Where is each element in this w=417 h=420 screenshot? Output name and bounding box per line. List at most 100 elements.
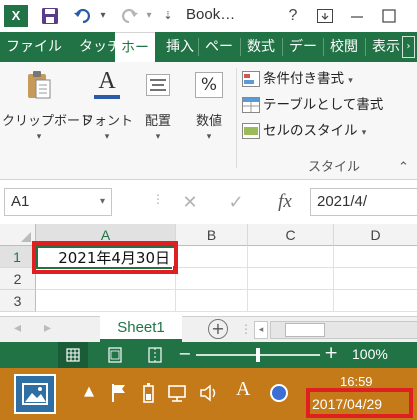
- zoom-slider-thumb[interactable]: [256, 348, 260, 362]
- collapse-ribbon-icon[interactable]: ⌃: [398, 160, 409, 175]
- tab-scroll-right-icon[interactable]: ›: [402, 36, 415, 58]
- cell-b1[interactable]: [176, 246, 248, 268]
- help-button[interactable]: ?: [282, 4, 304, 28]
- zoom-in-button[interactable]: +: [324, 343, 338, 363]
- tab-file[interactable]: ファイル: [0, 32, 68, 62]
- horizontal-scrollbar[interactable]: [270, 321, 417, 339]
- status-bar: − + 100%: [0, 342, 417, 368]
- page-break-view-button[interactable]: [140, 342, 170, 368]
- percent-icon: %: [195, 72, 223, 98]
- chevron-down-icon: ▾: [104, 132, 110, 142]
- sheet-next-icon[interactable]: ▸: [44, 320, 51, 336]
- tab-formulas[interactable]: 数式: [241, 32, 281, 62]
- conditional-formatting-button[interactable]: 条件付き書式 ▾: [242, 68, 353, 90]
- sheet-prev-icon[interactable]: ◂: [14, 320, 21, 336]
- column-header-b[interactable]: B: [176, 224, 248, 246]
- enter-icon[interactable]: ✓: [222, 190, 250, 216]
- cell-styles-button[interactable]: セルのスタイル ▾: [242, 120, 366, 142]
- row-header-2[interactable]: 2: [0, 268, 36, 290]
- sheet-bar-resize-handle[interactable]: ⋮: [240, 322, 252, 336]
- cell-d1[interactable]: [334, 246, 417, 268]
- cell-b2[interactable]: [176, 268, 248, 290]
- undo-dropdown-icon[interactable]: ▾: [97, 4, 109, 28]
- hscroll-left-icon[interactable]: ◂: [254, 321, 268, 339]
- cell-a3[interactable]: [36, 290, 176, 312]
- clock-time[interactable]: 16:59: [340, 374, 373, 389]
- chevron-down-icon: ▾: [36, 132, 42, 142]
- alignment-label: 配置: [144, 114, 171, 129]
- undo-icon[interactable]: [70, 4, 96, 28]
- cell-c3[interactable]: [248, 290, 334, 312]
- cell-styles-label: セルのスタイル: [263, 123, 358, 139]
- network-icon[interactable]: [166, 382, 188, 404]
- cell-styles-icon: [242, 123, 260, 139]
- tab-page-layout[interactable]: ペー: [199, 32, 239, 62]
- cell-d2[interactable]: [334, 268, 417, 290]
- redo-icon[interactable]: [116, 4, 142, 28]
- horizontal-scroll-thumb[interactable]: [285, 323, 325, 337]
- chevron-down-icon: ▾: [361, 128, 367, 138]
- redo-dropdown-icon[interactable]: ▾: [143, 4, 155, 28]
- alignment-button[interactable]: 配置 ▾: [134, 66, 182, 156]
- minimize-icon[interactable]: [346, 4, 368, 28]
- sheet-tab-sheet1[interactable]: Sheet1: [100, 316, 182, 342]
- font-button[interactable]: A フォント ▾: [80, 66, 134, 156]
- photos-app-button[interactable]: [14, 374, 56, 414]
- flag-icon[interactable]: [110, 382, 128, 404]
- maximize-icon[interactable]: [378, 4, 400, 28]
- zoom-level[interactable]: 100%: [352, 346, 388, 362]
- tab-home[interactable]: ホー: [115, 32, 155, 62]
- normal-view-button[interactable]: [58, 342, 88, 368]
- ribbon-home: クリップボード ▾ A フォント ▾ 配置 ▾ % 数値 ▾ 条件付き書式 ▾ …: [0, 62, 417, 180]
- tab-data[interactable]: デー: [283, 32, 323, 62]
- cancel-icon[interactable]: ✕: [176, 190, 204, 216]
- number-format-button[interactable]: % 数値 ▾: [184, 66, 234, 156]
- page-layout-view-button[interactable]: [100, 342, 130, 368]
- clipboard-icon: [28, 71, 51, 99]
- conditional-format-label: 条件付き書式: [263, 71, 344, 87]
- ime-mode-icon[interactable]: A: [236, 378, 250, 401]
- sheet-tab-bar: ◂ ▸ Sheet1 + ⋮ ◂: [0, 316, 417, 342]
- chevron-down-icon: ▾: [206, 132, 212, 142]
- formula-input[interactable]: 2021/4/: [310, 188, 417, 216]
- column-header-c[interactable]: C: [248, 224, 334, 246]
- zoom-slider[interactable]: [196, 348, 320, 362]
- save-icon[interactable]: [38, 4, 62, 28]
- cell-c1[interactable]: [248, 246, 334, 268]
- row-header-3[interactable]: 3: [0, 290, 36, 312]
- clock-date[interactable]: 2017/04/29: [312, 396, 382, 412]
- title-bar: X ▾ ▾ ⇣ Book… ?: [0, 0, 417, 32]
- formula-bar-resize-handle[interactable]: ⋮: [152, 192, 164, 206]
- cell-a1-value: 2021年4月30日: [58, 249, 170, 267]
- column-header-d[interactable]: D: [334, 224, 417, 246]
- ribbon-separator: [236, 68, 237, 168]
- cell-c2[interactable]: [248, 268, 334, 290]
- tab-view[interactable]: 表示: [366, 32, 406, 62]
- battery-icon[interactable]: [140, 382, 158, 404]
- chevron-down-icon: ▾: [99, 196, 105, 207]
- insert-function-button[interactable]: fx: [268, 188, 302, 216]
- cell-d3[interactable]: [334, 290, 417, 312]
- format-as-table-button[interactable]: テーブルとして書式: [242, 94, 414, 116]
- add-sheet-button[interactable]: +: [208, 319, 228, 339]
- table-icon: [242, 97, 260, 113]
- document-title: Book…: [186, 6, 236, 23]
- format-as-table-label: テーブルとして書式: [263, 97, 384, 113]
- volume-icon[interactable]: [198, 382, 220, 404]
- ribbon-display-options-icon[interactable]: [314, 4, 336, 28]
- ime-status-icon[interactable]: [270, 384, 288, 402]
- clipboard-button[interactable]: クリップボード ▾: [2, 66, 93, 156]
- worksheet-grid: A B C D 1 2 3 2021年4月30日: [0, 224, 417, 316]
- excel-app-icon[interactable]: X: [4, 5, 28, 27]
- customize-qat-icon[interactable]: ⇣: [160, 4, 176, 28]
- tab-insert[interactable]: 挿入: [160, 32, 200, 62]
- chevron-down-icon: ▾: [155, 132, 161, 142]
- cell-b3[interactable]: [176, 290, 248, 312]
- select-all-corner[interactable]: [0, 224, 36, 246]
- tab-review[interactable]: 校閲: [324, 32, 364, 62]
- name-box[interactable]: A1 ▾: [4, 188, 112, 216]
- conditional-format-icon: [242, 71, 260, 87]
- zoom-out-button[interactable]: −: [178, 344, 192, 363]
- show-hidden-icons-icon[interactable]: ▲: [84, 384, 94, 399]
- row-header-1[interactable]: 1: [0, 246, 36, 268]
